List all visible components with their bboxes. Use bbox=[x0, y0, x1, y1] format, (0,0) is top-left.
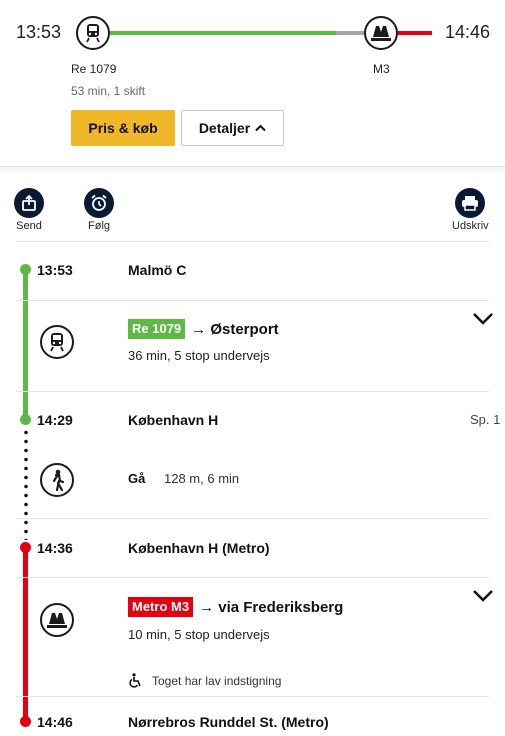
chevron-up-icon bbox=[255, 124, 266, 132]
metro-icon bbox=[40, 603, 74, 637]
train-icon bbox=[40, 325, 74, 359]
metro-line-badge: Metro M3 bbox=[128, 597, 194, 617]
arrival-time: 14:46 bbox=[445, 22, 491, 42]
stop-marker bbox=[20, 542, 31, 553]
metro-route-segment bbox=[398, 31, 432, 35]
stop-time: 14:36 bbox=[37, 540, 73, 556]
transfer-route-segment bbox=[336, 31, 364, 35]
stop-time: 14:29 bbox=[37, 412, 73, 428]
stop-time: 13:53 bbox=[37, 262, 73, 278]
send-button[interactable]: Send bbox=[14, 188, 44, 232]
price-and-buy-button[interactable]: Pris & køb bbox=[71, 110, 175, 146]
send-label: Send bbox=[16, 220, 42, 232]
journey-duration: 53 min, 1 skift bbox=[71, 84, 146, 98]
stop-marker bbox=[20, 716, 31, 727]
train-route-segment bbox=[110, 31, 336, 35]
stop-time: 14:46 bbox=[37, 714, 73, 730]
stop-name: Nørrebros Runddel St. (Metro) bbox=[128, 714, 329, 730]
print-button[interactable]: Udskriv bbox=[452, 188, 489, 232]
follow-button[interactable]: Følg bbox=[84, 188, 114, 232]
row-divider bbox=[16, 577, 489, 578]
share-icon bbox=[14, 188, 44, 218]
stop-marker bbox=[20, 414, 31, 425]
metro-leg-info: 10 min, 5 stop undervejs bbox=[128, 627, 270, 642]
train-line-label: Re 1079 bbox=[71, 62, 117, 76]
row-divider bbox=[16, 391, 489, 392]
print-label: Udskriv bbox=[452, 220, 489, 232]
printer-icon bbox=[455, 188, 486, 218]
metro-leg-header: Metro M3 → via Frederiksberg bbox=[128, 597, 343, 617]
walk-info: 128 m, 6 min bbox=[164, 471, 240, 486]
metro-line-label: M3 bbox=[373, 62, 390, 76]
metro-destination: → via Frederiksberg bbox=[199, 598, 344, 616]
follow-label: Følg bbox=[88, 220, 110, 232]
train-icon bbox=[76, 16, 110, 50]
details-button[interactable]: Detaljer bbox=[181, 110, 284, 146]
stop-name: København H bbox=[128, 412, 219, 428]
row-divider bbox=[16, 696, 489, 697]
row-divider bbox=[16, 518, 489, 519]
metro-icon bbox=[364, 16, 398, 50]
section-divider bbox=[0, 166, 505, 174]
row-divider bbox=[16, 241, 489, 242]
stop-name: København H (Metro) bbox=[128, 540, 270, 556]
platform-label: Sp. 1 bbox=[470, 412, 501, 427]
accessibility-note: Toget har lav indstigning bbox=[128, 673, 281, 688]
train-timeline-line bbox=[23, 268, 28, 420]
alarm-clock-icon bbox=[84, 188, 114, 218]
accessibility-text: Toget har lav indstigning bbox=[152, 673, 282, 688]
stop-name: Malmö C bbox=[128, 262, 187, 278]
walk-label: Gå bbox=[128, 471, 146, 486]
walk-icon bbox=[40, 463, 74, 497]
train-leg-info: 36 min, 5 stop undervejs bbox=[128, 348, 270, 363]
row-divider bbox=[16, 300, 489, 301]
chevron-down-icon[interactable] bbox=[472, 589, 494, 603]
journey-summary: 13:53 14:46 Re 1079 M3 53 min, 1 skift P… bbox=[0, 0, 505, 166]
departure-time: 13:53 bbox=[16, 22, 62, 42]
stop-marker bbox=[20, 264, 31, 275]
chevron-down-icon[interactable] bbox=[472, 312, 494, 326]
wheelchair-icon bbox=[129, 673, 141, 688]
train-destination: → Østerport bbox=[191, 320, 279, 338]
train-leg-header: Re 1079 → Østerport bbox=[128, 319, 279, 339]
walk-timeline-dots bbox=[24, 428, 28, 540]
train-line-badge: Re 1079 bbox=[128, 319, 186, 339]
details-button-label: Detaljer bbox=[198, 120, 251, 136]
